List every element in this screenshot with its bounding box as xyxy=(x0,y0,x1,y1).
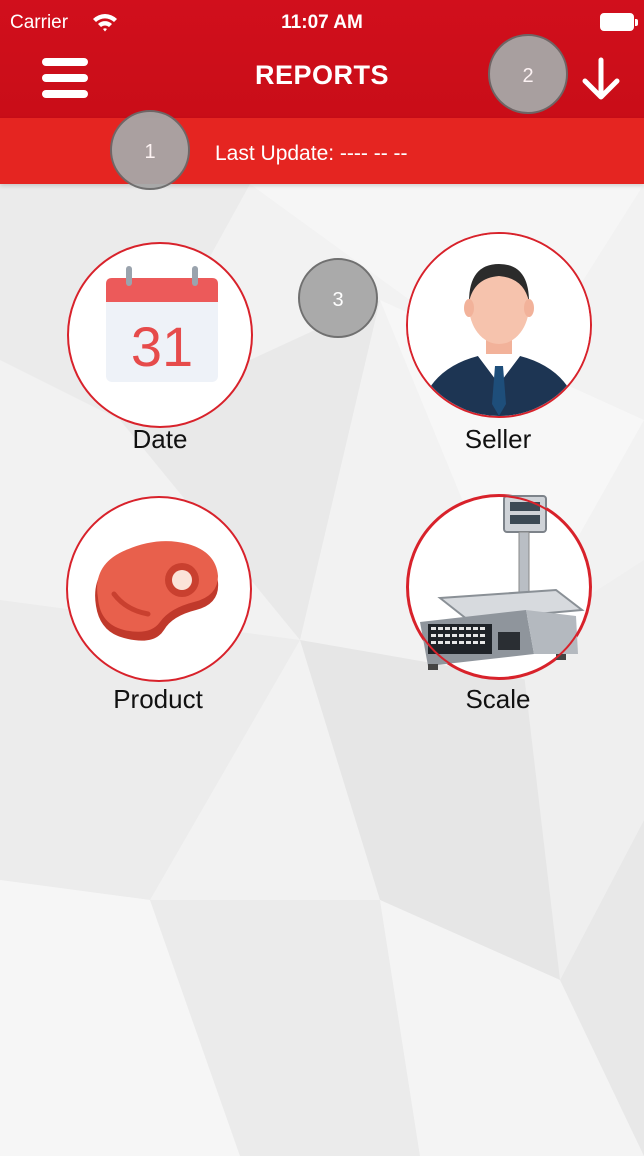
last-update-text: Last Update: ---- -- -- xyxy=(215,142,408,165)
report-tile-seller[interactable]: Seller xyxy=(398,232,598,457)
scale-tile-circle xyxy=(406,494,592,680)
seller-avatar-icon xyxy=(408,234,590,416)
meat-steak-icon xyxy=(95,541,219,641)
callout-2: 2 xyxy=(488,34,568,114)
download-arrow-icon[interactable] xyxy=(578,56,624,102)
tile-label-product: Product xyxy=(113,684,203,714)
status-time: 11:07 AM xyxy=(281,12,363,33)
tile-label-scale: Scale xyxy=(465,684,531,714)
weighing-scale-icon xyxy=(407,495,591,679)
calendar-day-number: 31 xyxy=(131,315,193,378)
seller-tile-circle xyxy=(406,232,592,418)
report-tile-date[interactable]: 31 Date xyxy=(60,242,260,457)
callout-3: 3 xyxy=(298,258,378,338)
battery-icon xyxy=(600,13,638,31)
report-tile-product[interactable]: Product xyxy=(58,496,258,721)
tile-label-date: Date xyxy=(132,424,188,454)
date-tile-circle: 31 xyxy=(67,242,253,428)
callout-1: 1 xyxy=(110,110,190,190)
status-bar: Carrier 11:07 AM xyxy=(0,0,644,44)
tile-label-seller: Seller xyxy=(464,424,532,454)
product-tile-circle xyxy=(66,496,252,682)
calendar-icon: 31 xyxy=(106,266,218,382)
report-tile-scale[interactable]: Scale xyxy=(398,494,598,721)
